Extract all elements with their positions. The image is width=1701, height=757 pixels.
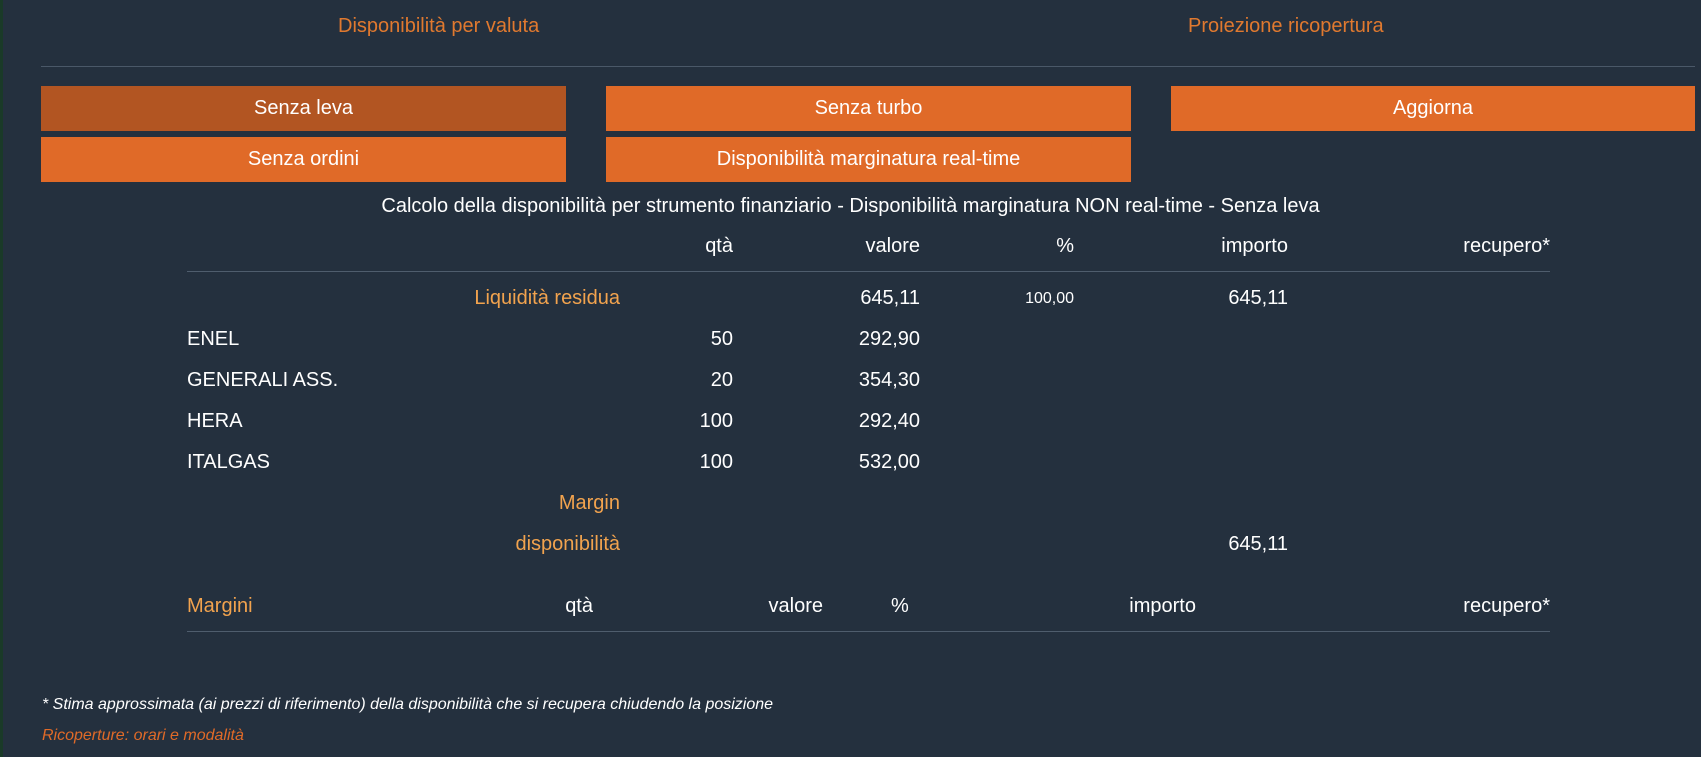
liquidita-residua-label: Liquidità residua	[474, 287, 620, 309]
row-enel-qta: 50	[710, 328, 733, 350]
row-hera-name: HERA	[187, 410, 243, 432]
header-pct: %	[1056, 235, 1074, 257]
row-generali-qta: 20	[710, 369, 733, 391]
row-italgas-valore: 532,00	[858, 451, 920, 473]
liquidita-pct: 100,00	[1025, 290, 1074, 307]
header-recupero: recupero*	[1463, 235, 1550, 257]
row-hera-valore: 292,40	[858, 410, 920, 432]
aggiorna-button[interactable]: Aggiorna	[1171, 86, 1695, 131]
liquidita-valore: 645,11	[860, 287, 920, 309]
row-hera-qta: 100	[699, 410, 733, 432]
liquidita-importo: 645,11	[1228, 287, 1288, 309]
senza-turbo-button[interactable]: Senza turbo	[606, 86, 1131, 131]
margini-header: Margini	[187, 595, 253, 617]
tab-proiezione-ricopertura[interactable]: Proiezione ricopertura	[1188, 15, 1384, 38]
row-italgas-name: ITALGAS	[187, 451, 270, 473]
table2-header-recupero: recupero*	[1463, 595, 1550, 617]
row-enel-valore: 292,90	[858, 328, 920, 350]
tab-disponibilita-per-valuta[interactable]: Disponibilità per valuta	[338, 15, 539, 38]
section-title: Calcolo della disponibilità per strument…	[381, 195, 1320, 217]
disponibilita-realtime-button[interactable]: Disponibilità marginatura real-time	[606, 137, 1131, 182]
table2-header-importo: importo	[1129, 595, 1196, 617]
ricoperture-link[interactable]: Ricoperture: orari e modalità	[42, 727, 244, 745]
table2-header-pct: %	[891, 595, 909, 617]
footnote: * Stima approssimata (ai prezzi di rifer…	[42, 696, 774, 713]
tab-bar: Disponibilità per valuta Proiezione rico…	[41, 0, 1695, 67]
senza-leva-button[interactable]: Senza leva	[41, 86, 566, 131]
senza-ordini-button[interactable]: Senza ordini	[41, 137, 566, 182]
row-enel-name: ENEL	[187, 328, 240, 350]
table1-header-divider	[187, 271, 1550, 272]
table2-header-valore: valore	[768, 595, 823, 617]
header-importo: importo	[1221, 235, 1288, 257]
header-valore: valore	[865, 235, 920, 257]
table2-header-qta: qtà	[565, 595, 593, 617]
disponibilita-importo: 645,11	[1228, 533, 1288, 555]
row-generali-name: GENERALI ASS.	[187, 369, 339, 391]
row-italgas-qta: 100	[699, 451, 733, 473]
header-qta: qtà	[705, 235, 733, 257]
disponibilita-label: disponibilità	[515, 533, 620, 555]
table2-header-divider	[187, 631, 1550, 632]
margin-label: Margin	[558, 492, 620, 514]
left-edge-strip	[0, 0, 3, 757]
row-generali-valore: 354,30	[858, 369, 920, 391]
